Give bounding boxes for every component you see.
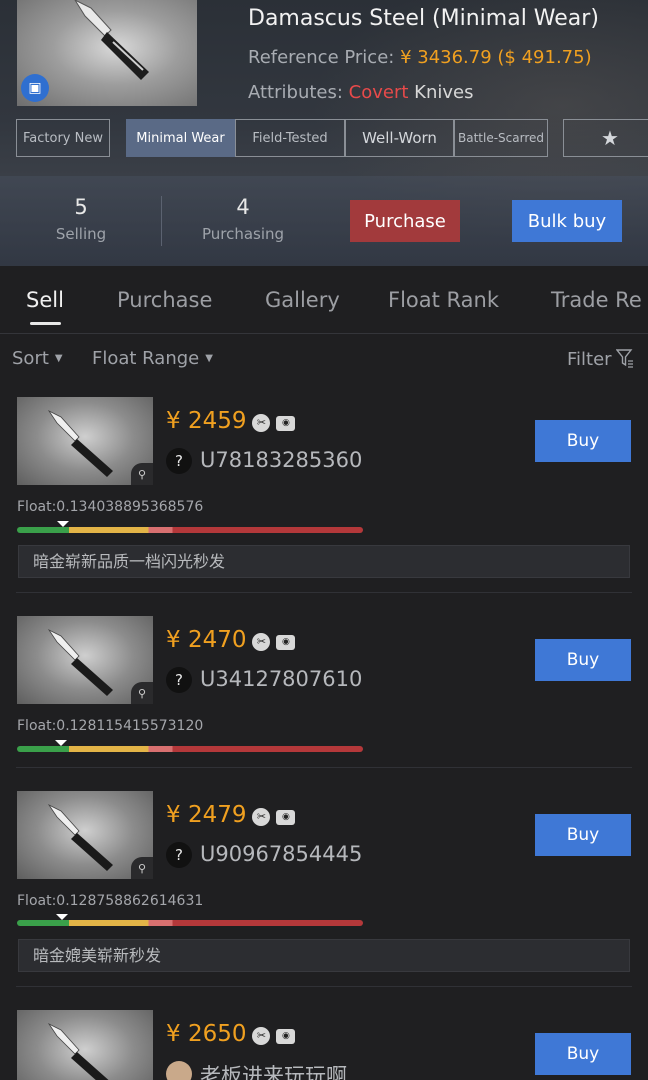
seller[interactable]: ? U34127807610 (166, 667, 362, 693)
unknown-avatar-icon: ? (166, 667, 192, 693)
caret-down-icon: ▼ (54, 353, 63, 364)
listing-thumbnail[interactable]: ⚲ (17, 397, 153, 485)
stickers-badge-icon: ✂ (252, 414, 271, 432)
listing-note: 暗金崭新品质一档闪光秒发 (18, 545, 630, 578)
type-knives: Knives (414, 82, 474, 103)
wear-tab-minimal-wear[interactable]: Minimal Wear (126, 119, 235, 157)
inspect-icon[interactable]: ⚲ (131, 857, 153, 879)
listing-price: ¥ 2650 ✂ ◉ (166, 1021, 296, 1047)
section-tabs: Sell Purchase Gallery Float Rank Trade R… (0, 266, 648, 334)
listing-price: ¥ 2479 ✂ ◉ (166, 802, 296, 828)
tab-trade-records[interactable]: Trade Re (551, 288, 642, 312)
stickers-badge-icon: ✂ (252, 1027, 271, 1045)
active-tab-indicator (30, 322, 61, 325)
buy-button[interactable]: Buy (535, 814, 631, 856)
purchasing-count: 4 (236, 195, 250, 219)
float-marker (57, 521, 70, 527)
selling-label: Selling (55, 225, 107, 243)
reference-price: Reference Price: ¥ 3436.79 ($ 491.75) (248, 47, 592, 68)
wear-tab-field-tested[interactable]: Field-Tested (235, 119, 345, 157)
divider (16, 767, 632, 768)
buy-button[interactable]: Buy (535, 420, 631, 462)
float-bar (17, 920, 363, 926)
unknown-avatar-icon: ? (166, 448, 192, 474)
float-marker (55, 740, 68, 746)
seller[interactable]: ? U90967854445 (166, 842, 362, 868)
reference-price-cny: ¥ 3436.79 (400, 47, 492, 68)
listing-thumbnail[interactable]: ⚲ (17, 791, 153, 879)
float-value: Float:0.134038895368576 (17, 499, 204, 515)
float-bar (17, 746, 363, 752)
seller-id: 老板进来玩玩啊 (200, 1064, 347, 1080)
price-value: ¥ 2650 (166, 1021, 247, 1047)
seller-id: U90967854445 (200, 842, 363, 866)
listing-price: ¥ 2470 ✂ ◉ (166, 627, 296, 653)
price-value: ¥ 2479 (166, 802, 247, 828)
camera-icon[interactable]: ◉ (276, 416, 296, 431)
bulk-buy-button[interactable]: Bulk buy (512, 200, 622, 242)
seller-id: U34127807610 (200, 667, 363, 691)
stickers-badge-icon: ✂ (252, 808, 271, 826)
selling-stat[interactable]: 5 Selling (50, 195, 112, 243)
tab-gallery[interactable]: Gallery (265, 288, 340, 312)
star-icon[interactable]: ★ (563, 119, 648, 157)
camera-icon[interactable]: ◉ (276, 635, 296, 650)
attributes: Attributes: Covert Knives (248, 82, 473, 103)
reference-price-label: Reference Price: (248, 47, 401, 68)
reference-price-usd: ($ 491.75) (497, 47, 592, 68)
wear-tab-well-worn[interactable]: Well-Worn (345, 119, 454, 157)
tab-purchase[interactable]: Purchase (117, 288, 212, 312)
purchasing-stat[interactable]: 4 Purchasing (198, 195, 288, 243)
float-bar (17, 527, 363, 533)
wear-selector: Factory New Minimal Wear Field-Tested We… (16, 119, 648, 157)
buy-button[interactable]: Buy (535, 639, 631, 681)
seller[interactable]: ? U78183285360 (166, 448, 362, 474)
unknown-avatar-icon: ? (166, 842, 192, 868)
wear-tab-battle-scarred[interactable]: Battle-Scarred (454, 119, 548, 157)
camera-icon[interactable]: ◉ (276, 810, 296, 825)
divider (16, 592, 632, 593)
sort-dropdown[interactable]: Sort ▼ (12, 348, 63, 369)
filter-icon (615, 349, 633, 368)
listing-price: ¥ 2459 ✂ ◉ (166, 408, 296, 434)
caret-down-icon: ▼ (205, 353, 213, 364)
filter-label: Filter (567, 349, 612, 370)
stats-divider (161, 196, 162, 246)
inspect-icon[interactable]: ⚲ (131, 682, 153, 704)
float-range-label: Float Range (92, 348, 200, 369)
divider (16, 986, 632, 987)
seller-id: U78183285360 (200, 448, 363, 472)
float-range-dropdown[interactable]: Float Range ▼ (92, 348, 213, 369)
float-value: Float:0.128115415573120 (17, 718, 204, 734)
price-value: ¥ 2470 (166, 627, 247, 653)
camera-icon[interactable]: ◉ (276, 1029, 296, 1044)
sort-label: Sort (12, 348, 49, 369)
seller[interactable]: 老板进来玩玩啊 (166, 1060, 347, 1080)
listing-thumbnail[interactable] (17, 1010, 153, 1080)
wear-tab-factory-new[interactable]: Factory New (16, 119, 110, 157)
knife-image (47, 1022, 109, 1080)
item-title: Damascus Steel (Minimal Wear) (248, 6, 599, 31)
price-value: ¥ 2459 (166, 408, 247, 434)
cube-icon[interactable]: ▣ (21, 74, 49, 102)
filter-button[interactable]: Filter (567, 348, 634, 370)
float-marker (55, 914, 68, 920)
seller-avatar (166, 1061, 192, 1080)
filter-bar: Sort ▼ Float Range ▼ Filter (0, 335, 648, 385)
listing-thumbnail[interactable]: ⚲ (17, 616, 153, 704)
rarity-covert: Covert (348, 82, 409, 103)
listing-note: 暗金媲美崭新秒发 (18, 939, 630, 972)
attributes-label: Attributes: (248, 82, 349, 103)
buy-button[interactable]: Buy (535, 1033, 631, 1075)
selling-count: 5 (74, 195, 88, 219)
item-image[interactable]: ▣ (17, 0, 197, 106)
stickers-badge-icon: ✂ (252, 633, 271, 651)
purchasing-label: Purchasing (201, 225, 285, 243)
purchase-button[interactable]: Purchase (350, 200, 460, 242)
float-value: Float:0.128758862614631 (17, 893, 204, 909)
tab-float-rank[interactable]: Float Rank (388, 288, 499, 312)
tab-sell[interactable]: Sell (26, 288, 64, 312)
item-header: ▣ Damascus Steel (Minimal Wear) Referenc… (0, 0, 648, 266)
inspect-icon[interactable]: ⚲ (131, 463, 153, 485)
